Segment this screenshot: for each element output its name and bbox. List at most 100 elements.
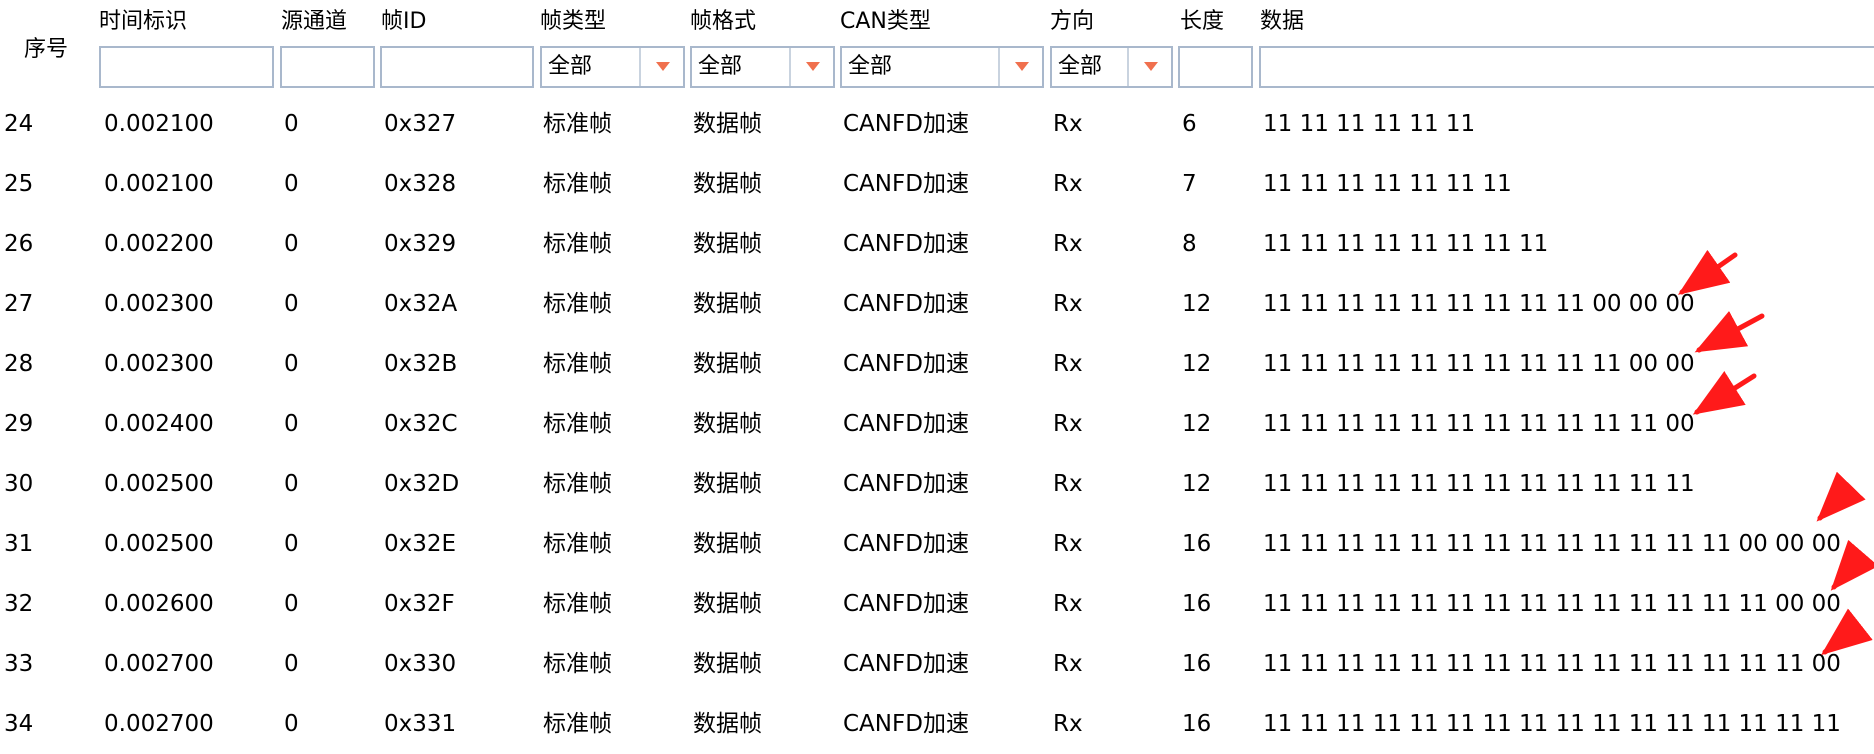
cell-channel: 0	[284, 291, 299, 317]
cell-frame-format: 数据帧	[693, 591, 762, 617]
cell-channel: 0	[284, 591, 299, 617]
cell-frame-id: 0x32F	[384, 591, 455, 617]
cell-frame-type: 标准帧	[543, 231, 612, 257]
direction-dropdown-button[interactable]	[1127, 48, 1171, 86]
cell-data: 11 11 11 11 11 11 11	[1263, 171, 1512, 197]
cell-seq: 26	[4, 231, 34, 257]
table-row[interactable]: 34 0.002700 0 0x331 标准帧 数据帧 CANFD加速 Rx 16 11 11 1…	[0, 694, 1874, 754]
cell-frame-type: 标准帧	[543, 591, 612, 617]
header-data: 数据	[1260, 9, 1305, 34]
cell-time: 0.002700	[104, 651, 214, 677]
cell-length: 12	[1182, 351, 1212, 377]
cell-frame-format: 数据帧	[693, 651, 762, 677]
cell-can-type: CANFD加速	[843, 291, 969, 317]
cell-time: 0.002500	[104, 471, 214, 497]
frame-id-filter-input[interactable]	[380, 46, 534, 88]
cell-can-type: CANFD加速	[843, 711, 969, 737]
cell-can-type: CANFD加速	[843, 591, 969, 617]
direction-filter-value: 全部	[1058, 54, 1103, 79]
cell-frame-format: 数据帧	[693, 711, 762, 737]
cell-can-type: CANFD加速	[843, 651, 969, 677]
frame-type-dropdown-button[interactable]	[639, 48, 683, 86]
cell-seq: 33	[4, 651, 34, 677]
cell-frame-id: 0x32B	[384, 351, 458, 377]
cell-can-type: CANFD加速	[843, 111, 969, 137]
cell-frame-format: 数据帧	[693, 471, 762, 497]
cell-time: 0.002300	[104, 291, 214, 317]
cell-channel: 0	[284, 171, 299, 197]
frame-format-filter-value: 全部	[698, 54, 743, 79]
header-time: 时间标识	[99, 9, 188, 34]
can-type-filter-select[interactable]: 全部	[840, 46, 1044, 88]
cell-frame-id: 0x32A	[384, 291, 458, 317]
cell-seq: 29	[4, 411, 34, 437]
cell-direction: Rx	[1053, 111, 1083, 137]
cell-direction: Rx	[1053, 411, 1083, 437]
cell-seq: 34	[4, 711, 34, 737]
time-filter-input[interactable]	[99, 46, 274, 88]
table-row[interactable]: 30 0.002500 0 0x32D 标准帧 数据帧 CANFD加速 Rx 12 11 11 1…	[0, 454, 1874, 514]
header-frame-id: 帧ID	[381, 9, 427, 34]
cell-length: 7	[1182, 171, 1197, 197]
cell-length: 16	[1182, 711, 1212, 737]
cell-time: 0.002500	[104, 531, 214, 557]
table-row[interactable]: 24 0.002100 0 0x327 标准帧 数据帧 CANFD加速 Rx 6 11 11 11…	[0, 94, 1874, 154]
frame-format-filter-select[interactable]: 全部	[690, 46, 835, 88]
cell-direction: Rx	[1053, 231, 1083, 257]
table-row[interactable]: 33 0.002700 0 0x330 标准帧 数据帧 CANFD加速 Rx 16 11 11 1…	[0, 634, 1874, 694]
data-filter-input[interactable]	[1259, 46, 1874, 88]
cell-data: 11 11 11 11 11 11 11 11 11 11 00 00	[1263, 351, 1695, 377]
table-row[interactable]: 29 0.002400 0 0x32C 标准帧 数据帧 CANFD加速 Rx 12 11 11 1…	[0, 394, 1874, 454]
table-row[interactable]: 25 0.002100 0 0x328 标准帧 数据帧 CANFD加速 Rx 7 11 11 11…	[0, 154, 1874, 214]
cell-data: 11 11 11 11 11 11 11 11 11 11 11 11 11 0…	[1263, 531, 1841, 557]
cell-frame-type: 标准帧	[543, 351, 612, 377]
cell-time: 0.002700	[104, 711, 214, 737]
table-row[interactable]: 26 0.002200 0 0x329 标准帧 数据帧 CANFD加速 Rx 8 11 11 11…	[0, 214, 1874, 274]
cell-data: 11 11 11 11 11 11 11 11 11 11 11 00	[1263, 411, 1695, 437]
cell-direction: Rx	[1053, 711, 1083, 737]
chevron-down-icon	[1015, 62, 1029, 71]
can-type-filter-value: 全部	[848, 54, 893, 79]
cell-frame-id: 0x32C	[384, 411, 458, 437]
cell-channel: 0	[284, 531, 299, 557]
cell-seq: 30	[4, 471, 34, 497]
cell-frame-id: 0x327	[384, 111, 457, 137]
cell-time: 0.002100	[104, 111, 214, 137]
table-row[interactable]: 31 0.002500 0 0x32E 标准帧 数据帧 CANFD加速 Rx 16 11 11 1…	[0, 514, 1874, 574]
cell-direction: Rx	[1053, 351, 1083, 377]
cell-frame-id: 0x328	[384, 171, 457, 197]
cell-channel: 0	[284, 351, 299, 377]
direction-filter-select[interactable]: 全部	[1050, 46, 1173, 88]
cell-can-type: CANFD加速	[843, 531, 969, 557]
can-type-dropdown-button[interactable]	[998, 48, 1042, 86]
cell-frame-id: 0x330	[384, 651, 457, 677]
cell-channel: 0	[284, 711, 299, 737]
cell-can-type: CANFD加速	[843, 171, 969, 197]
cell-frame-id: 0x329	[384, 231, 457, 257]
cell-data: 11 11 11 11 11 11 11 11 11 11 11 11 11 1…	[1263, 591, 1841, 617]
frame-type-filter-select[interactable]: 全部	[540, 46, 685, 88]
chevron-down-icon	[656, 62, 670, 71]
cell-seq: 28	[4, 351, 34, 377]
chevron-down-icon	[1144, 62, 1158, 71]
cell-time: 0.002200	[104, 231, 214, 257]
channel-filter-input[interactable]	[280, 46, 375, 88]
cell-data: 11 11 11 11 11 11 11 11 11 11 11 11	[1263, 471, 1695, 497]
header-direction: 方向	[1050, 9, 1095, 34]
cell-direction: Rx	[1053, 531, 1083, 557]
cell-data: 11 11 11 11 11 11 11 11 11 00 00 00	[1263, 291, 1695, 317]
cell-channel: 0	[284, 111, 299, 137]
table-row[interactable]: 28 0.002300 0 0x32B 标准帧 数据帧 CANFD加速 Rx 12 11 11 1…	[0, 334, 1874, 394]
cell-frame-format: 数据帧	[693, 531, 762, 557]
cell-length: 12	[1182, 291, 1212, 317]
table-row[interactable]: 32 0.002600 0 0x32F 标准帧 数据帧 CANFD加速 Rx 16 11 11 1…	[0, 574, 1874, 634]
frame-format-dropdown-button[interactable]	[789, 48, 833, 86]
cell-length: 6	[1182, 111, 1197, 137]
cell-frame-type: 标准帧	[543, 531, 612, 557]
length-filter-input[interactable]	[1178, 46, 1253, 88]
table-row[interactable]: 27 0.002300 0 0x32A 标准帧 数据帧 CANFD加速 Rx 12 11 11 1…	[0, 274, 1874, 334]
cell-direction: Rx	[1053, 651, 1083, 677]
cell-frame-type: 标准帧	[543, 651, 612, 677]
cell-direction: Rx	[1053, 591, 1083, 617]
cell-frame-id: 0x32D	[384, 471, 460, 497]
